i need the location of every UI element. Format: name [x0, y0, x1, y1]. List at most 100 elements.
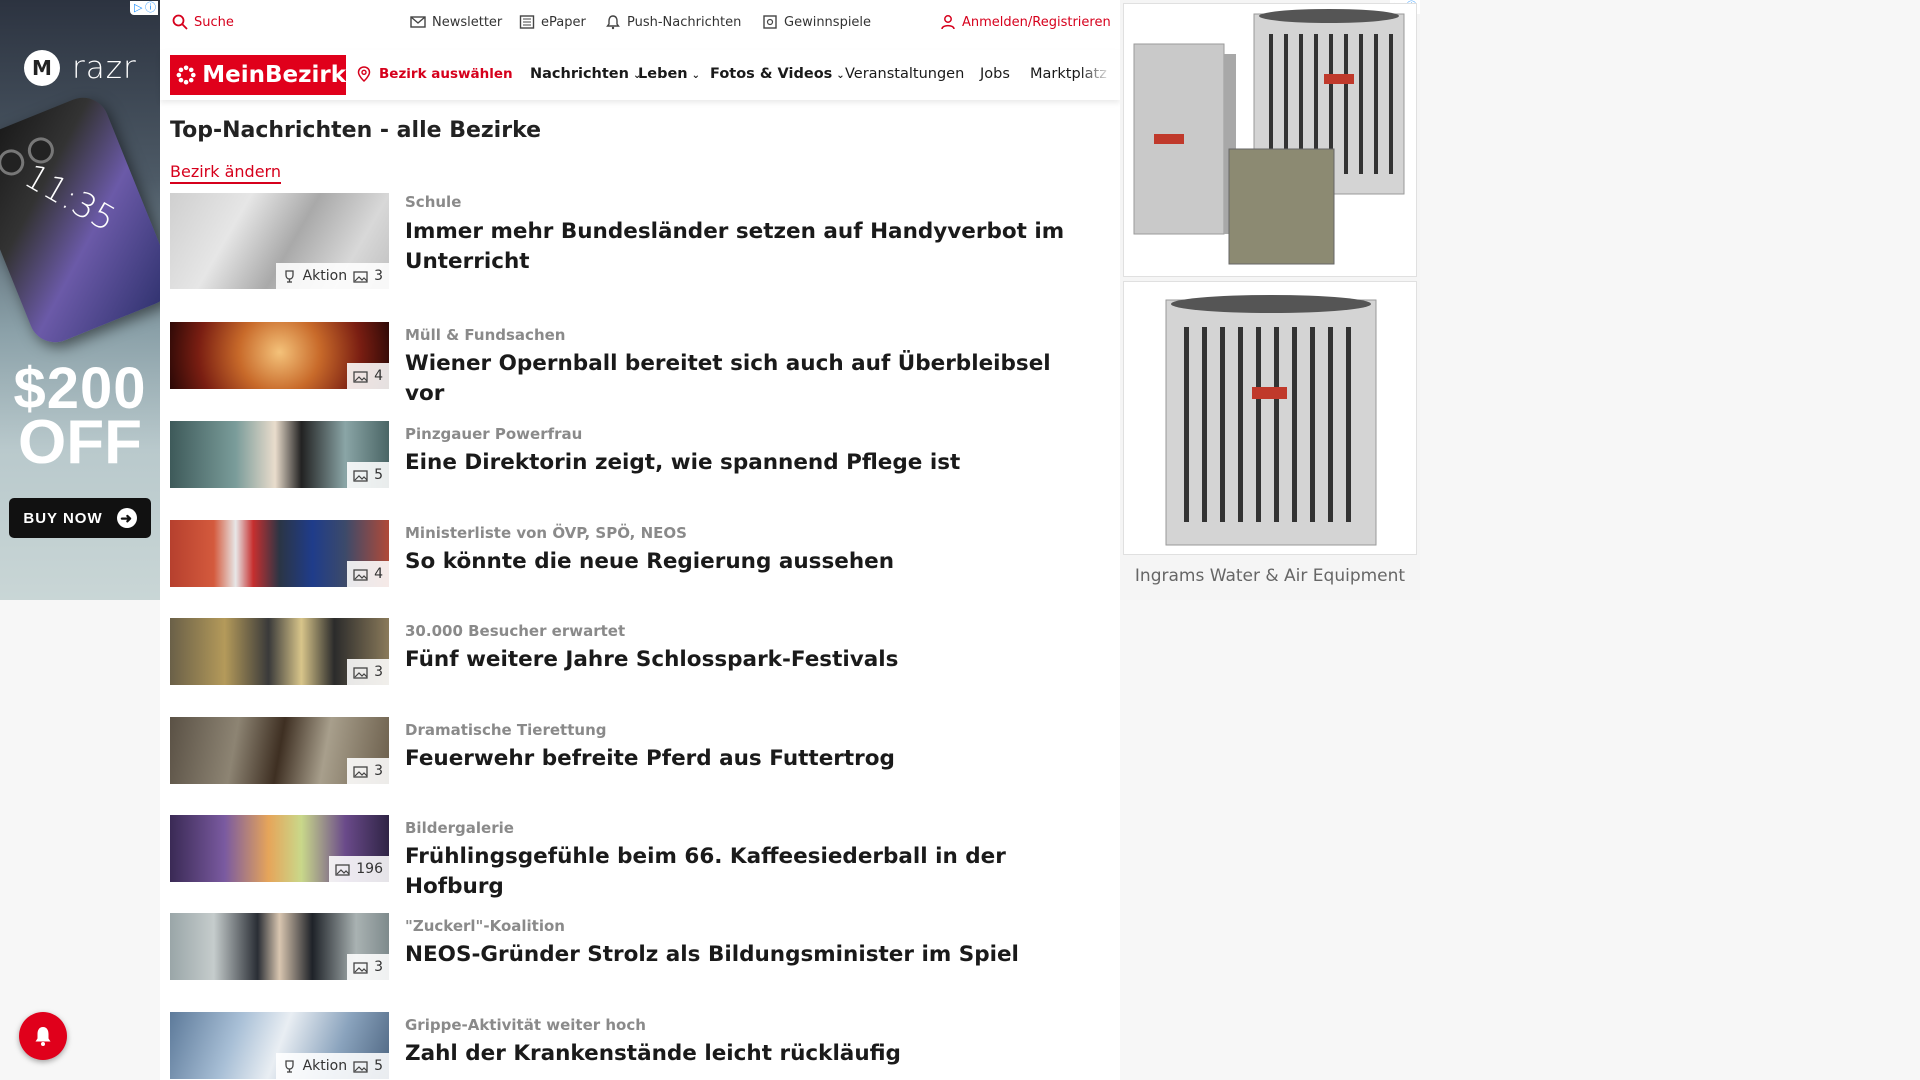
district-select[interactable]: Bezirk auswählen [357, 66, 513, 82]
article-badge: 196 [329, 856, 389, 882]
ad-brand: M razr [24, 50, 137, 86]
meinbezirk-logo[interactable]: MeinBezirk [170, 55, 346, 95]
article-badge: 4 [347, 363, 389, 389]
article-kicker: "Zuckerl"-Koalition [405, 917, 565, 935]
change-district-link[interactable]: Bezirk ändern [170, 162, 281, 184]
ad-advertiser-name[interactable]: Ingrams Water & Air Equipment [1120, 566, 1420, 586]
gallery-icon [353, 568, 368, 581]
article-headline[interactable]: Immer mehr Bundesländer setzen auf Handy… [405, 217, 1065, 277]
motorola-logo-icon: M [24, 50, 60, 86]
article-kicker: Dramatische Tierettung [405, 721, 607, 739]
ac-unit-illustration [1165, 295, 1377, 546]
chevron-down-icon: ⌄ [836, 69, 845, 81]
article-headline[interactable]: Eine Direktorin zeigt, wie spannend Pfle… [405, 448, 1065, 478]
article-thumbnail[interactable]: 196 [170, 815, 389, 882]
article-badge: 3 [347, 758, 389, 784]
article-image-count: 3 [374, 664, 383, 680]
article-headline[interactable]: Fünf weitere Jahre Schlosspark-Festivals [405, 645, 1065, 675]
nav-overflow-fade [1080, 58, 1120, 92]
ad-product-image-2[interactable] [1123, 281, 1417, 555]
article-headline[interactable]: Frühlingsgefühle beim 66. Kaffeesiederba… [405, 842, 1065, 902]
article-headline[interactable]: Zahl der Krankenstände leicht rückläufig [405, 1039, 1065, 1069]
article-badge: 3 [347, 659, 389, 685]
article-item[interactable]: 5 Pinzgauer Powerfrau Eine Direktorin ze… [170, 421, 1070, 489]
article-item[interactable]: 4 Müll & Fundsachen Wiener Opernball ber… [170, 322, 1070, 406]
article-thumbnail[interactable]: 3 [170, 717, 389, 784]
article-action-label: Aktion [302, 268, 348, 284]
article-item[interactable]: 3 30.000 Besucher erwartet Fünf weitere … [170, 618, 1070, 686]
games-link[interactable]: Gewinnspiele [762, 14, 871, 30]
article-action-label: Aktion [302, 1058, 348, 1074]
push-notifications-link[interactable]: Push-Nachrichten [605, 14, 741, 30]
article-image-count: 5 [374, 1058, 383, 1074]
epaper-link[interactable]: ePaper [519, 14, 586, 30]
article-image-count: 3 [374, 268, 383, 284]
article-thumbnail[interactable]: 4 [170, 322, 389, 389]
login-link[interactable]: Anmelden/Registrieren [940, 14, 1111, 30]
article-headline[interactable]: Feuerwehr befreite Pferd aus Futtertrog [405, 744, 1065, 774]
bell-icon [606, 15, 620, 30]
gallery-icon [353, 469, 368, 482]
article-badge: 5 [347, 462, 389, 488]
article-thumbnail[interactable]: 3 [170, 913, 389, 980]
gallery-icon [353, 1060, 368, 1073]
article-item[interactable]: Aktion 5 Grippe-Aktivität weiter hoch Za… [170, 1012, 1070, 1080]
ad-product-image-1[interactable] [1123, 3, 1417, 277]
main-navigation: MeinBezirk Bezirk auswählen Nachrichten ⌄… [160, 50, 1120, 100]
gallery-icon [353, 765, 368, 778]
nav-item-veranstaltungen[interactable]: Veranstaltungen [845, 66, 964, 82]
chevron-down-icon: ⌄ [691, 69, 701, 81]
newsletter-link[interactable]: Newsletter [410, 14, 502, 30]
ad-buy-now-label: BUY NOW [23, 509, 103, 527]
push-notifications-label: Push-Nachrichten [627, 14, 742, 30]
article-thumbnail[interactable]: Aktion 5 [170, 1012, 389, 1079]
article-item[interactable]: 4 Ministerliste von ÖVP, SPÖ, NEOS So kö… [170, 520, 1070, 588]
notification-bell-button[interactable] [19, 1012, 67, 1060]
search-icon [172, 14, 188, 30]
article-image-count: 3 [374, 959, 383, 975]
article-badge: Aktion 3 [275, 263, 389, 289]
article-headline[interactable]: So könnte die neue Regierung aussehen [405, 547, 1065, 577]
nav-item-leben[interactable]: Leben ⌄ [638, 66, 700, 82]
gallery-icon [335, 863, 350, 876]
games-label: Gewinnspiele [784, 14, 872, 30]
location-pin-icon [357, 66, 371, 82]
article-thumbnail[interactable]: 4 [170, 520, 389, 587]
gallery-icon [353, 270, 368, 283]
epaper-label: ePaper [541, 14, 586, 30]
ad-buy-now-button[interactable]: BUY NOW ➜ [9, 498, 151, 538]
district-select-label: Bezirk auswählen [379, 66, 513, 82]
article-headline[interactable]: Wiener Opernball bereitet sich auch auf … [405, 349, 1065, 409]
left-advertisement[interactable]: ▷ ⓘ M razr 11:35 $200 OFF BUY NOW ➜ [0, 0, 160, 600]
ad-phone-time: 11:35 [17, 156, 123, 240]
trophy-icon [284, 269, 294, 283]
article-image-count: 5 [374, 467, 383, 483]
article-item[interactable]: 3 "Zuckerl"-Koalition NEOS-Gründer Strol… [170, 913, 1070, 981]
article-headline[interactable]: NEOS-Gründer Strolz als Bildungsminister… [405, 940, 1065, 970]
article-item[interactable]: 3 Dramatische Tierettung Feuerwehr befre… [170, 717, 1070, 785]
article-thumbnail[interactable]: Aktion 3 [170, 193, 389, 289]
search-label: Suche [194, 14, 234, 30]
article-kicker: 30.000 Besucher erwartet [405, 622, 626, 640]
article-item[interactable]: 196 Bildergalerie Frühlingsgefühle beim … [170, 815, 1070, 899]
adchoices-icon[interactable]: ▷ⓘ [130, 1, 158, 15]
login-label: Anmelden/Registrieren [962, 14, 1111, 30]
article-kicker: Grippe-Aktivität weiter hoch [405, 1016, 646, 1034]
article-image-count: 196 [356, 861, 383, 877]
gallery-icon [353, 370, 368, 383]
ad-brand-name: razr [72, 50, 137, 86]
right-advertisement[interactable]: ▷ⓘ Ingrams Water & Air Equipment [1120, 0, 1420, 600]
article-badge: 3 [347, 954, 389, 980]
gallery-icon [353, 961, 368, 974]
nav-item-fotos-videos[interactable]: Fotos & Videos ⌄ [710, 66, 845, 82]
article-thumbnail[interactable]: 3 [170, 618, 389, 685]
main-column: Suche Newsletter ePaper Push-Nachrichten… [160, 0, 1120, 1080]
nav-item-nachrichten[interactable]: Nachrichten ⌄ [530, 66, 641, 82]
article-thumbnail[interactable]: 5 [170, 421, 389, 488]
nav-item-label: Leben [638, 66, 688, 82]
search-link[interactable]: Suche [172, 14, 234, 30]
article-item[interactable]: Aktion 3 Schule Immer mehr Bundesländer … [170, 193, 1070, 289]
article-badge: Aktion 5 [275, 1053, 389, 1079]
nav-item-jobs[interactable]: Jobs [980, 66, 1010, 82]
bell-icon [35, 1027, 51, 1046]
